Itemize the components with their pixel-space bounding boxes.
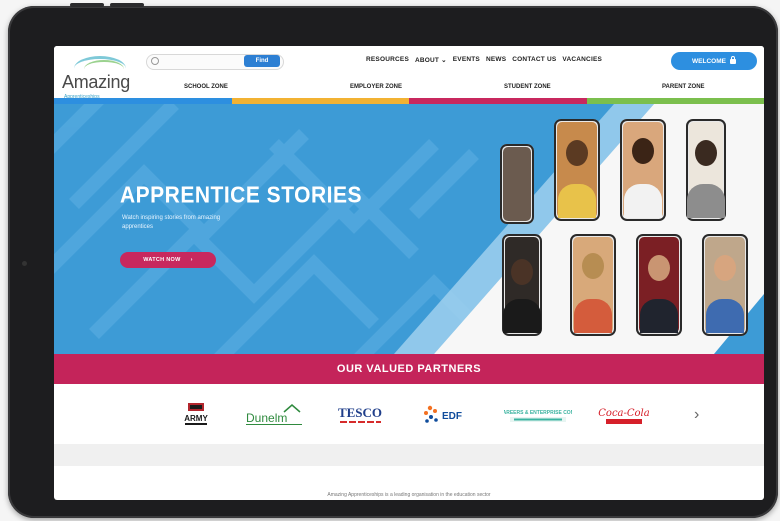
zone-employer[interactable]: EMPLOYER ZONE bbox=[350, 84, 402, 90]
apprentice-video-card[interactable] bbox=[502, 234, 542, 336]
person-body bbox=[640, 299, 678, 333]
nav-vacancies[interactable]: VACANCIES bbox=[562, 56, 602, 68]
video-thumbnail bbox=[705, 237, 745, 333]
apprentice-video-card[interactable] bbox=[702, 234, 748, 336]
zone-student[interactable]: STUDENT ZONE bbox=[504, 84, 551, 90]
video-thumbnail bbox=[503, 147, 531, 221]
person-body bbox=[687, 184, 725, 218]
army-logo-icon: ARMY bbox=[184, 403, 208, 425]
partner-logo-edf[interactable]: EDF bbox=[420, 402, 476, 428]
hero-subtitle: Watch inspiring stories from amazing app… bbox=[122, 215, 221, 230]
search-icon bbox=[151, 57, 159, 65]
person-head bbox=[632, 138, 654, 164]
hero-title: APPRENTICE STORIES bbox=[120, 182, 362, 209]
svg-text:Coca-Cola: Coca-Cola bbox=[598, 408, 649, 419]
top-navigation: RESOURCES ABOUT ⌄ EVENTS NEWS CONTACT US… bbox=[366, 56, 602, 68]
welcome-button[interactable]: WELCOME bbox=[671, 52, 757, 70]
partners-heading: OUR VALUED PARTNERS bbox=[54, 354, 764, 384]
coca-cola-logo-icon: Coca-Cola bbox=[598, 408, 650, 424]
svg-text:TESCO: TESCO bbox=[338, 405, 382, 420]
zone-parent[interactable]: PARENT ZONE bbox=[662, 84, 705, 90]
person-body bbox=[558, 184, 596, 218]
nav-resources[interactable]: RESOURCES bbox=[366, 56, 409, 68]
welcome-label: WELCOME bbox=[692, 57, 726, 65]
person-head bbox=[714, 255, 736, 281]
nav-about[interactable]: ABOUT ⌄ bbox=[415, 56, 447, 68]
person-body bbox=[574, 299, 612, 333]
footer-text: Amazing Apprenticeships is a leading org… bbox=[327, 492, 491, 498]
video-thumbnail bbox=[687, 122, 725, 218]
svg-text:THE CAREERS & ENTERPRISE COMPA: THE CAREERS & ENTERPRISE COMPANY bbox=[504, 410, 572, 416]
volume-down-button bbox=[110, 3, 144, 7]
partner-logo-coca-cola[interactable]: Coca-Cola bbox=[596, 402, 652, 428]
apprentice-video-card[interactable] bbox=[636, 234, 682, 336]
section-divider bbox=[54, 444, 764, 466]
partner-logo-tesco[interactable]: TESCO bbox=[332, 402, 388, 428]
person-body bbox=[624, 184, 662, 218]
person-head bbox=[566, 140, 588, 166]
volume-up-button bbox=[70, 3, 104, 7]
apprentice-video-card[interactable] bbox=[570, 234, 616, 336]
apprentice-video-card[interactable] bbox=[554, 119, 600, 221]
careers-enterprise-logo-icon: THE CAREERS & ENTERPRISE COMPANY bbox=[504, 410, 572, 422]
person-body bbox=[706, 299, 744, 333]
video-thumbnail bbox=[573, 237, 613, 333]
person-head bbox=[695, 140, 717, 166]
camera-dot bbox=[22, 261, 27, 266]
zone-school[interactable]: SCHOOL ZONE bbox=[184, 84, 228, 90]
tesco-logo-icon: TESCO bbox=[338, 405, 382, 423]
svg-text:Dunelm: Dunelm bbox=[246, 411, 287, 425]
person-body bbox=[503, 299, 541, 333]
svg-text:ARMY: ARMY bbox=[184, 414, 208, 423]
apprentice-video-card[interactable] bbox=[686, 119, 726, 221]
lock-icon bbox=[729, 55, 736, 64]
carousel-next-arrow[interactable]: › bbox=[694, 406, 699, 424]
partners-carousel: ARMY Dunelm TESCO EDF AREERS & ENTERPRIS… bbox=[54, 384, 764, 444]
svg-text:EDF: EDF bbox=[442, 411, 462, 422]
arrow-right-icon: › bbox=[190, 257, 193, 263]
partner-logo-careers-enterprise[interactable]: THE CAREERS & ENTERPRISE COMPANY bbox=[504, 402, 572, 428]
edf-logo-icon: EDF bbox=[424, 405, 462, 423]
hero-banner[interactable]: APPRENTICE STORIES Watch inspiring stori… bbox=[54, 104, 764, 354]
person-head bbox=[648, 255, 670, 281]
nav-news[interactable]: NEWS bbox=[486, 56, 506, 68]
video-thumbnail bbox=[623, 122, 663, 218]
nav-contact-us[interactable]: CONTACT US bbox=[512, 56, 556, 68]
apprentice-video-card[interactable] bbox=[620, 119, 666, 221]
partner-logo-army[interactable]: ARMY bbox=[176, 402, 216, 428]
site-header: Amazing Apprenticeships Find RESOURCES A… bbox=[54, 46, 764, 104]
dunelm-logo-icon: Dunelm bbox=[246, 404, 302, 425]
tablet-frame: Amazing Apprenticeships Find RESOURCES A… bbox=[8, 3, 778, 518]
video-thumbnail bbox=[639, 237, 679, 333]
video-thumbnail bbox=[503, 237, 541, 333]
zone-navigation: SCHOOL ZONE EMPLOYER ZONE STUDENT ZONE P… bbox=[54, 84, 764, 98]
partner-logo-dunelm[interactable]: Dunelm bbox=[244, 402, 306, 428]
watch-now-label: WATCH NOW bbox=[143, 257, 181, 263]
browser-screen: Amazing Apprenticeships Find RESOURCES A… bbox=[54, 46, 764, 500]
watch-now-button[interactable]: WATCH NOW › bbox=[120, 252, 216, 268]
person-head bbox=[582, 253, 604, 279]
person-head bbox=[511, 259, 533, 285]
search-button[interactable]: Find bbox=[244, 55, 280, 67]
apprentice-video-card[interactable] bbox=[500, 144, 534, 224]
nav-events[interactable]: EVENTS bbox=[453, 56, 480, 68]
video-thumbnail bbox=[557, 122, 597, 218]
